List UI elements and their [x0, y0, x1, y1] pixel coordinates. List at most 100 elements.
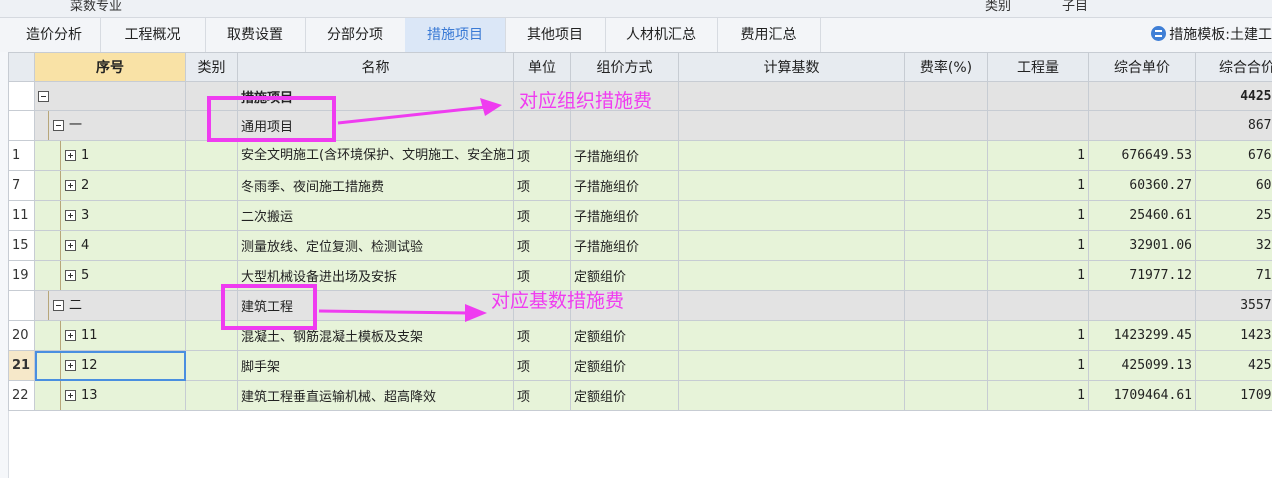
unit-price-cell[interactable]: 71977.12: [1088, 260, 1196, 291]
total-price-cell[interactable]: 1709464: [1195, 380, 1272, 411]
unit-cell[interactable]: 项: [513, 200, 571, 231]
name-cell[interactable]: 脚手架: [237, 350, 514, 381]
quantity-cell[interactable]: [987, 290, 1089, 321]
total-price-cell[interactable]: 425099: [1195, 350, 1272, 381]
expand-icon[interactable]: [65, 360, 76, 371]
method-cell[interactable]: 定额组价: [570, 350, 679, 381]
table-row[interactable]: 195大型机械设备进出场及安拆项定额组价171977.1271977: [8, 260, 1272, 291]
unit-price-cell[interactable]: 425099.13: [1088, 350, 1196, 381]
tab-materials-summary[interactable]: 人材机汇总: [605, 18, 718, 52]
quantity-cell[interactable]: 1: [987, 230, 1089, 261]
expand-icon[interactable]: [65, 240, 76, 251]
seq-cell[interactable]: 13: [34, 380, 186, 411]
category-cell[interactable]: [185, 380, 238, 411]
rate-cell[interactable]: [904, 260, 988, 291]
table-row[interactable]: 15 4 测量放线、定位复测、检测试验项子措施组价 132901.0632901: [8, 230, 1272, 261]
rate-cell[interactable]: [904, 81, 988, 111]
header-pricing-method[interactable]: 组价方式: [570, 52, 679, 82]
total-price-cell[interactable]: 60360: [1195, 170, 1272, 201]
header-quantity[interactable]: 工程量: [987, 52, 1089, 82]
total-price-cell[interactable]: 4425211: [1195, 81, 1272, 111]
rate-cell[interactable]: [904, 200, 988, 231]
quantity-cell[interactable]: 1: [987, 350, 1089, 381]
header-calc-base[interactable]: 计算基数: [678, 52, 905, 82]
quantity-cell[interactable]: 1: [987, 320, 1089, 351]
seq-cell[interactable]: 二: [34, 290, 186, 321]
total-price-cell[interactable]: 1423299: [1195, 320, 1272, 351]
unit-cell[interactable]: 项: [513, 140, 571, 171]
expand-icon[interactable]: [65, 390, 76, 401]
rate-cell[interactable]: [904, 170, 988, 201]
method-cell[interactable]: 定额组价: [570, 320, 679, 351]
calc-base-cell[interactable]: [678, 200, 905, 231]
unit-price-cell[interactable]: 676649.53: [1088, 140, 1196, 171]
unit-price-cell[interactable]: [1088, 110, 1196, 141]
table-row[interactable]: 1 1 安全文明施工(含环境保护、文明施工、安全施工、临时设施、扬尘污染治理)项子措…: [8, 140, 1272, 171]
total-price-cell[interactable]: 676649: [1195, 140, 1272, 171]
expand-icon[interactable]: [65, 330, 76, 341]
unit-cell[interactable]: 项: [513, 170, 571, 201]
unit-cell[interactable]: 项: [513, 350, 571, 381]
category-cell[interactable]: [185, 170, 238, 201]
calc-base-cell[interactable]: [678, 110, 905, 141]
rate-cell[interactable]: [904, 380, 988, 411]
quantity-cell[interactable]: 1: [987, 170, 1089, 201]
rate-cell[interactable]: [904, 320, 988, 351]
seq-cell[interactable]: 3: [34, 200, 186, 231]
unit-price-cell[interactable]: 32901.06: [1088, 230, 1196, 261]
method-cell[interactable]: 子措施组价: [570, 200, 679, 231]
seq-cell[interactable]: 11: [34, 320, 186, 351]
table-row[interactable]: 2011混凝土、钢筋混凝土模板及支架项定额组价11423299.45142329…: [8, 320, 1272, 351]
unit-cell[interactable]: 项: [513, 320, 571, 351]
unit-cell[interactable]: [513, 110, 571, 141]
category-cell[interactable]: [185, 230, 238, 261]
method-cell[interactable]: 定额组价: [570, 380, 679, 411]
seq-cell[interactable]: 4: [34, 230, 186, 261]
group-row[interactable]: 二建筑工程3557863: [8, 290, 1272, 321]
calc-base-cell[interactable]: [678, 290, 905, 321]
name-cell[interactable]: 冬雨季、夜间施工措施费: [237, 170, 514, 201]
seq-cell[interactable]: 一: [34, 110, 186, 141]
unit-price-cell[interactable]: 25460.61: [1088, 200, 1196, 231]
name-cell[interactable]: 建筑工程垂直运输机械、超高降效: [237, 380, 514, 411]
tab-fee-settings[interactable]: 取费设置: [205, 18, 306, 52]
expand-icon[interactable]: [65, 180, 76, 191]
calc-base-cell[interactable]: [678, 170, 905, 201]
quantity-cell[interactable]: 1: [987, 380, 1089, 411]
rate-cell[interactable]: [904, 110, 988, 141]
calc-base-cell[interactable]: [678, 81, 905, 111]
seq-cell[interactable]: 1: [34, 140, 186, 171]
unit-cell[interactable]: 项: [513, 230, 571, 261]
tab-cost-analysis[interactable]: 造价分析: [8, 18, 101, 52]
rate-cell[interactable]: [904, 140, 988, 171]
total-price-cell[interactable]: 32901: [1195, 230, 1272, 261]
table-row[interactable]: 11 3 二次搬运项子措施组价 125460.6125460: [8, 200, 1272, 231]
rate-cell[interactable]: [904, 350, 988, 381]
total-price-cell[interactable]: 867348: [1195, 110, 1272, 141]
unit-price-cell[interactable]: 60360.27: [1088, 170, 1196, 201]
tab-cost-summary[interactable]: 费用汇总: [717, 18, 821, 52]
group-row[interactable]: 一通用项目867348: [8, 110, 1272, 141]
method-cell[interactable]: 子措施组价: [570, 170, 679, 201]
table-row[interactable]: 21 12 脚手架项定额组价 1425099.13425099: [8, 350, 1272, 381]
name-cell[interactable]: 测量放线、定位复测、检测试验: [237, 230, 514, 261]
total-price-cell[interactable]: 71977: [1195, 260, 1272, 291]
method-cell[interactable]: [570, 110, 679, 141]
quantity-cell[interactable]: 1: [987, 200, 1089, 231]
category-cell[interactable]: [185, 140, 238, 171]
expand-icon[interactable]: [65, 150, 76, 161]
collapse-icon[interactable]: [53, 300, 64, 311]
header-unit[interactable]: 单位: [513, 52, 571, 82]
header-name[interactable]: 名称: [237, 52, 514, 82]
seq-cell[interactable]: 5: [34, 260, 186, 291]
seq-cell[interactable]: 12: [34, 350, 186, 381]
rate-cell[interactable]: [904, 230, 988, 261]
tab-project-overview[interactable]: 工程概况: [100, 18, 206, 52]
unit-price-cell[interactable]: [1088, 81, 1196, 111]
table-row[interactable]: 22 13 建筑工程垂直运输机械、超高降效项定额组价 11709464.6117094…: [8, 380, 1272, 411]
total-price-cell[interactable]: 25460: [1195, 200, 1272, 231]
header-seq[interactable]: 序号: [34, 52, 186, 82]
template-selector[interactable]: 措施模板:土建工: [1151, 18, 1272, 52]
quantity-cell[interactable]: 1: [987, 260, 1089, 291]
unit-cell[interactable]: 项: [513, 380, 571, 411]
